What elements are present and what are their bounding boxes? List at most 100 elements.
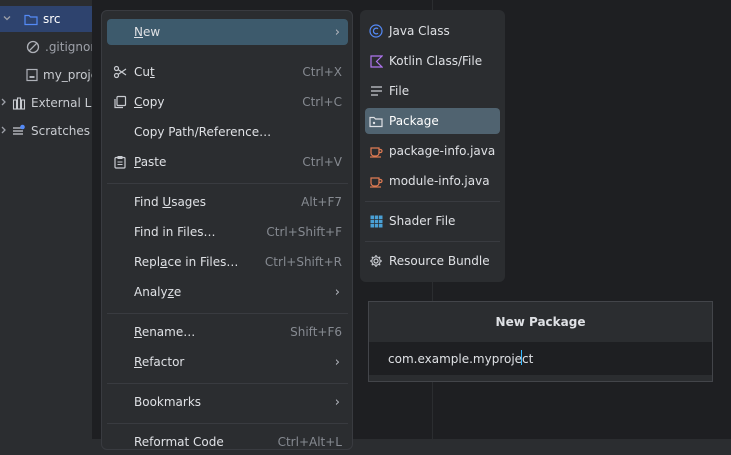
package-name-input[interactable] [369,342,712,375]
menu-item-replace-in-files[interactable]: Replace in Files… Ctrl+Shift+R [107,249,348,275]
shortcut-text: Ctrl+X [302,65,342,79]
context-menu: New › Cut Ctrl+X Copy Ctrl+C Copy Path/R… [101,10,353,450]
text-caret [521,350,522,365]
new-submenu: Java Class Kotlin Class/File File Packag… [360,10,505,282]
menu-item-refactor[interactable]: Refactor › [107,349,348,375]
java-class-icon [368,23,384,39]
menu-item-label: Reformat Code [134,435,224,449]
submenu-item-label: Java Class [389,24,450,38]
submenu-item-kotlin[interactable]: Kotlin Class/File [365,48,500,74]
kotlin-icon [368,53,384,69]
new-package-dialog: New Package [368,301,713,382]
menu-item-label: opy [142,95,165,109]
copy-icon [110,95,130,109]
menu-item-label: Repl [134,255,161,269]
clipboard-icon [110,155,130,169]
shortcut-text: Alt+F7 [301,195,342,209]
menu-separator [107,313,348,314]
menu-separator [107,423,348,424]
tree-item-external-libraries[interactable]: External Libraries [0,90,92,116]
submenu-item-module-info[interactable]: module-info.java [365,168,500,194]
menu-mnemonic: a [160,255,168,269]
menu-item-label: efactor [141,355,185,369]
menu-item-label: ename… [141,325,196,339]
menu-item-find-usages[interactable]: Find Usages Alt+F7 [107,189,348,215]
tree-item-label: my_project.iml [43,68,92,82]
menu-item-label: Cu [134,65,150,79]
menu-item-reformat-code[interactable]: Reformat Code Ctrl+Alt+L [107,429,348,455]
menu-item-label: Bookmarks [134,395,202,409]
menu-item-new[interactable]: New › [107,19,348,45]
tree-item-label: .gitignore [45,40,92,54]
menu-mnemonic: R [134,325,142,339]
submenu-item-package-info[interactable]: package-info.java [365,138,500,164]
menu-mnemonic: N [134,25,143,39]
submenu-item-label: module-info.java [389,174,490,188]
menu-item-label: Find in Files… [134,225,216,239]
shortcut-text: Ctrl+Alt+L [277,435,342,449]
menu-mnemonic: P [134,155,141,169]
folder-icon [24,12,38,26]
tree-item-scratches[interactable]: Scratches and Consoles [0,118,92,144]
java-cup-icon [368,173,384,189]
menu-item-rename[interactable]: Rename… Shift+F6 [107,319,348,345]
tree-item-label: src [43,12,61,26]
ignored-file-icon [26,40,40,54]
menu-item-label: ce in Files… [167,255,239,269]
shortcut-text: Ctrl+Shift+R [264,255,342,269]
shortcut-text: Ctrl+C [302,95,342,109]
menu-item-label: Analy [134,285,168,299]
gear-icon [368,253,384,269]
submenu-item-shader-file[interactable]: Shader File [365,208,500,234]
tree-item-label: Scratches and Consoles [31,124,92,138]
package-folder-icon [368,113,384,129]
chevron-right-icon[interactable] [0,125,8,138]
module-file-icon [26,68,38,82]
menu-item-copy[interactable]: Copy Ctrl+C [107,89,348,115]
chevron-down-icon[interactable] [0,13,14,26]
tree-item-src[interactable]: src [0,6,92,32]
menu-item-bookmarks[interactable]: Bookmarks › [107,389,348,415]
submenu-item-label: Package [389,114,439,128]
shortcut-text: Ctrl+V [302,155,342,169]
tree-item-iml[interactable]: my_project.iml [0,62,92,88]
file-lines-icon [368,83,384,99]
chevron-right-icon: › [334,394,340,410]
shortcut-text: Shift+F6 [290,325,342,339]
menu-separator [365,201,500,202]
menu-item-label: Find [134,195,163,209]
menu-mnemonic: U [162,195,172,209]
scratches-icon [12,124,26,138]
dialog-title: New Package [495,315,586,329]
submenu-item-label: Shader File [389,214,456,228]
shortcut-text: Ctrl+Shift+F [266,225,342,239]
menu-item-label: sages [171,195,207,209]
submenu-item-label: Resource Bundle [389,254,490,268]
tree-item-gitignore[interactable]: .gitignore [0,34,92,60]
menu-item-cut[interactable]: Cut Ctrl+X [107,59,348,85]
submenu-item-package[interactable]: Package [365,108,500,134]
submenu-item-label: File [389,84,410,98]
menu-separator [107,183,348,184]
menu-mnemonic: R [134,355,142,369]
chevron-right-icon[interactable] [0,97,8,110]
menu-item-find-in-files[interactable]: Find in Files… Ctrl+Shift+F [107,219,348,245]
menu-item-copy-path[interactable]: Copy Path/Reference… [107,119,348,145]
project-tree: src .gitignore my_project.iml External L… [0,0,92,439]
submenu-item-file[interactable]: File [365,78,500,104]
menu-separator [107,383,348,384]
menu-item-label: ew [142,25,161,39]
menu-item-label: Copy Path/Reference… [134,125,272,139]
shader-grid-icon [368,213,384,229]
chevron-right-icon: › [334,24,340,40]
menu-item-label: e [173,285,182,299]
menu-item-label: aste [140,155,167,169]
menu-item-analyze[interactable]: Analyze › [107,279,348,305]
tree-item-label: External Libraries [31,96,92,110]
library-icon [12,96,26,110]
submenu-item-java-class[interactable]: Java Class [365,18,500,44]
menu-separator [365,241,500,242]
menu-item-paste[interactable]: Paste Ctrl+V [107,149,348,175]
submenu-item-resource-bundle[interactable]: Resource Bundle [365,248,500,274]
chevron-right-icon: › [334,354,340,370]
